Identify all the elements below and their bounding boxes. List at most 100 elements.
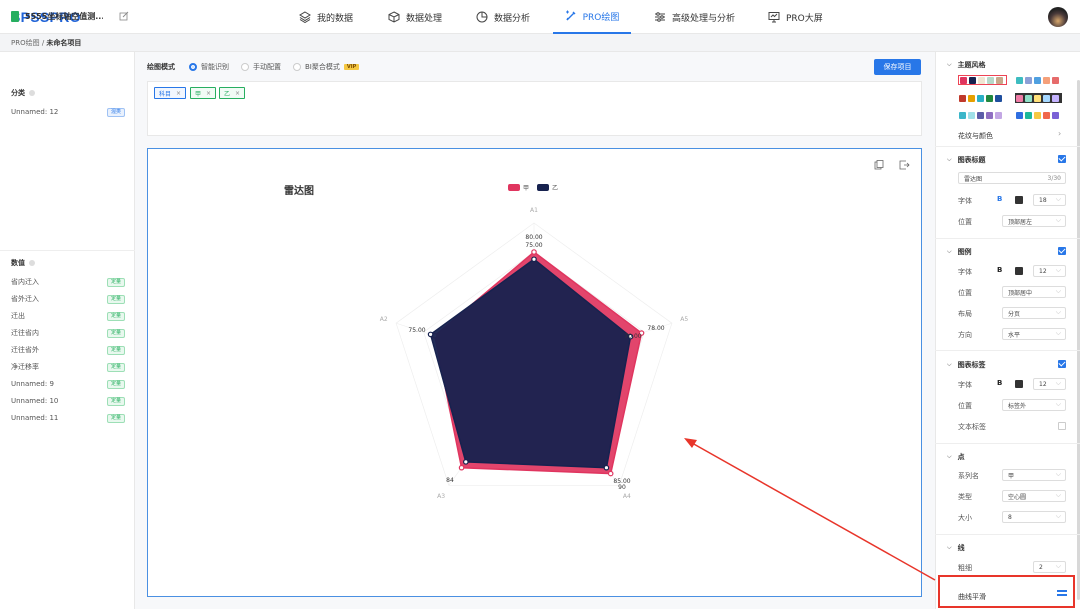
theme-palette[interactable] <box>958 93 1005 103</box>
labels-section-header[interactable]: ⌵ 图表标签 <box>947 360 986 370</box>
chart-title-checkbox[interactable] <box>1058 155 1066 163</box>
field-chip-yi[interactable]: 乙 × <box>219 87 246 99</box>
text-label-checkbox[interactable] <box>1058 422 1066 430</box>
nav-advanced-analysis[interactable]: 高级处理与分析 <box>654 0 735 34</box>
labels-position-select[interactable]: 标签外 <box>1002 399 1066 411</box>
font-size-select[interactable]: 18 <box>1033 194 1066 206</box>
radar-axis-label: A1 <box>530 207 538 214</box>
nav-label: 数据分析 <box>494 13 531 24</box>
palette-swatch <box>968 111 975 119</box>
legend-checkbox[interactable] <box>1058 247 1066 255</box>
nav-data-processing[interactable]: 数据处理 <box>388 0 442 34</box>
legend-section-header[interactable]: ⌵ 图例 <box>947 247 972 257</box>
theme-palette[interactable] <box>1015 93 1062 103</box>
text-label-label: 文本标签 <box>958 423 986 431</box>
bold-toggle[interactable]: B <box>997 379 1002 387</box>
nav-label: 高级处理与分析 <box>672 13 736 24</box>
palette-swatch <box>968 94 975 102</box>
chart-title-input[interactable]: 雷达图 3/30 <box>958 172 1066 184</box>
export-icon[interactable] <box>899 160 910 170</box>
nav-data-analysis[interactable]: 数据分析 <box>476 0 530 34</box>
chevron-right-icon[interactable]: › <box>1058 129 1061 138</box>
texture-color-link[interactable]: 花纹与颜色 <box>958 131 993 141</box>
legend-layout-select[interactable]: 分页 <box>1002 307 1066 319</box>
radio-label: 智能识别 <box>201 63 229 71</box>
mode-smart[interactable]: 智能识别 <box>189 62 229 72</box>
list-item[interactable]: 迁出 定量 <box>11 310 125 322</box>
list-item[interactable]: Unnamed: 9 定量 <box>11 378 125 390</box>
mode-manual[interactable]: 手动配置 <box>241 62 281 72</box>
close-icon[interactable]: × <box>206 90 211 97</box>
section-label: 主题风格 <box>957 61 986 69</box>
highlight-annotation <box>938 575 1075 608</box>
user-avatar[interactable] <box>1048 7 1068 27</box>
legend-direction-select[interactable]: 水平 <box>1002 328 1066 340</box>
list-item[interactable]: 迁往省内 定量 <box>11 327 125 339</box>
font-size-select[interactable]: 12 <box>1033 378 1066 390</box>
theme-palette[interactable] <box>1015 110 1062 120</box>
radar-series-area <box>429 258 632 469</box>
legend-position-select[interactable]: 顶部居中 <box>1002 286 1066 298</box>
field-chip-subject[interactable]: 科目 × <box>154 87 187 99</box>
palette-swatch <box>1052 111 1059 119</box>
list-item[interactable]: Unnamed: 10 定量 <box>11 395 125 407</box>
chart-title-section-header[interactable]: ⌵ 图表标题 <box>947 155 986 165</box>
list-item[interactable]: 迁往省外 定量 <box>11 344 125 356</box>
point-size-select[interactable]: 8 <box>1002 511 1066 523</box>
nav-pro-charts[interactable]: PRO绘图 <box>553 0 631 34</box>
palette-swatch <box>1034 111 1041 119</box>
palette-swatch <box>959 111 966 119</box>
list-item[interactable]: 省内迁入 定量 <box>11 276 125 288</box>
nav-my-data[interactable]: 我的数据 <box>299 0 353 34</box>
copy-icon[interactable] <box>874 160 884 170</box>
font-color-picker[interactable] <box>1015 267 1023 275</box>
font-color-picker[interactable] <box>1015 196 1023 204</box>
point-type-select[interactable]: 空心圆 <box>1002 490 1066 502</box>
close-icon[interactable]: × <box>235 90 240 97</box>
field-chip-jia[interactable]: 甲 × <box>190 87 217 99</box>
theme-palette[interactable] <box>1015 75 1062 85</box>
theme-palette[interactable] <box>958 75 1007 85</box>
close-icon[interactable]: × <box>176 90 181 97</box>
radar-data-point <box>607 470 614 477</box>
font-size-select[interactable]: 12 <box>1033 265 1066 277</box>
theme-section-header[interactable]: ⌵ 主题风格 <box>947 60 986 70</box>
points-section-header[interactable]: ⌵ 点 <box>947 452 965 462</box>
palette-swatch <box>1043 111 1050 119</box>
bold-toggle[interactable]: B <box>997 195 1002 203</box>
edit-icon[interactable] <box>119 11 129 21</box>
mode-bi[interactable]: BI聚合模式 VIP <box>293 62 360 72</box>
list-item[interactable]: Unnamed: 12 混类 <box>11 106 125 118</box>
breadcrumb-parent[interactable]: PRO绘图 <box>11 39 40 47</box>
theme-palette[interactable] <box>958 110 1005 120</box>
palette-swatch <box>996 76 1003 84</box>
series-select[interactable]: 甲 <box>1002 469 1066 481</box>
chevron-down-icon: ⌵ <box>947 61 952 68</box>
list-item[interactable]: 省外迁入 定量 <box>11 293 125 305</box>
title-position-select[interactable]: 顶部居左 <box>1002 215 1066 227</box>
bold-toggle[interactable]: B <box>997 266 1002 274</box>
radar-data-label: 85.00 <box>613 478 630 485</box>
list-item[interactable]: Unnamed: 11 定量 <box>11 412 125 424</box>
nav-pro-dashboard[interactable]: PRO大屏 <box>768 0 823 34</box>
variable-name: 迁往省外 <box>11 346 39 354</box>
save-button[interactable]: 保存项目 <box>874 59 921 75</box>
legend-label[interactable]: 乙 <box>552 183 558 192</box>
series-name-label: 系列名 <box>958 472 979 480</box>
divider <box>935 443 1080 444</box>
legend-label[interactable]: 甲 <box>523 183 529 192</box>
radar-axis-label: A4 <box>623 493 631 500</box>
line-section-header[interactable]: ⌵ 线 <box>947 543 965 553</box>
breadcrumb-current: 未命名项目 <box>46 39 82 47</box>
font-color-picker[interactable] <box>1015 380 1023 388</box>
position-label: 位置 <box>958 402 972 410</box>
divider <box>935 238 1080 239</box>
line-width-select[interactable]: 2 <box>1033 561 1066 573</box>
list-item[interactable]: 净迁移率 定量 <box>11 361 125 373</box>
field-drop-area[interactable]: 科目 × 甲 × 乙 × <box>147 81 922 136</box>
palette-swatch <box>1025 111 1032 119</box>
chart-title: 雷达图 <box>284 186 314 197</box>
char-count: 3/30 <box>1047 174 1061 182</box>
select-value: 空心圆 <box>1008 493 1027 501</box>
labels-checkbox[interactable] <box>1058 360 1066 368</box>
